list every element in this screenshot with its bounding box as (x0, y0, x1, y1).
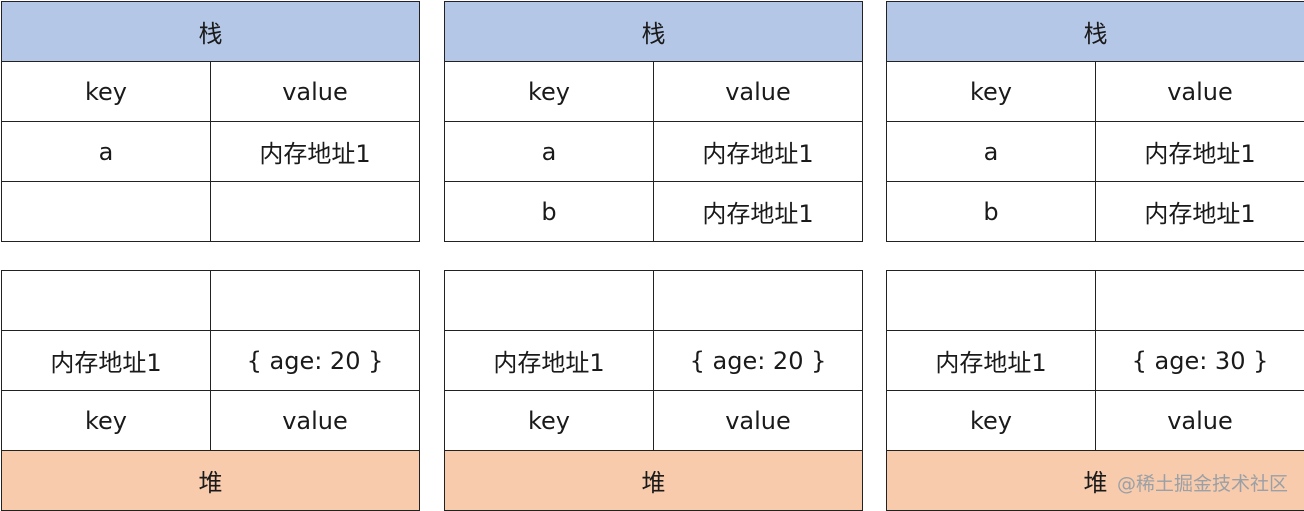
stack-row-value: 内存地址1 (654, 182, 863, 242)
stack-row-value: 内存地址1 (211, 122, 420, 182)
heap-row-key (887, 271, 1096, 331)
stack-row-key: b (887, 182, 1096, 242)
heap-table-2: 内存地址1 { age: 20 } key value 堆 (444, 270, 863, 511)
heap-table-1: 内存地址1 { age: 20 } key value 堆 (1, 270, 420, 511)
header-value: value (654, 62, 863, 122)
stack-title: 栈 (445, 2, 863, 62)
stack-title: 栈 (887, 2, 1304, 62)
heap-row-key (445, 271, 654, 331)
stack-table-1: 栈 key value a 内存地址1 (1, 1, 420, 242)
heap-row-value: { age: 20 } (211, 331, 420, 391)
stack-row-value (211, 182, 420, 242)
header-key: key (445, 62, 654, 122)
header-key: key (2, 391, 211, 451)
stack-row-key (2, 182, 211, 242)
stack-row-value: 内存地址1 (654, 122, 863, 182)
header-key: key (887, 62, 1096, 122)
heap-row-value: { age: 20 } (654, 331, 863, 391)
header-value: value (211, 62, 420, 122)
header-value: value (211, 391, 420, 451)
heap-row-key: 内存地址1 (2, 331, 211, 391)
heap-title: 堆 (445, 451, 863, 511)
stack-row-key: a (2, 122, 211, 182)
watermark: @稀土掘金技术社区 (1116, 473, 1288, 495)
heap-row-value: { age: 30 } (1096, 331, 1304, 391)
stack-row-value: 内存地址1 (1096, 182, 1304, 242)
header-key: key (2, 62, 211, 122)
heap-title: 堆 (2, 451, 420, 511)
heap-row-value (1096, 271, 1304, 331)
stack-row-key: b (445, 182, 654, 242)
heap-row-key (2, 271, 211, 331)
heap-row-key: 内存地址1 (445, 331, 654, 391)
heap-row-value (211, 271, 420, 331)
header-key: key (887, 391, 1096, 451)
header-value: value (654, 391, 863, 451)
stack-row-key: a (887, 122, 1096, 182)
header-value: value (1096, 391, 1304, 451)
stack-row-key: a (445, 122, 654, 182)
stack-table-3: 栈 key value a 内存地址1 b 内存地址1 (886, 1, 1304, 242)
header-key: key (445, 391, 654, 451)
stack-row-value: 内存地址1 (1096, 122, 1304, 182)
stack-table-2: 栈 key value a 内存地址1 b 内存地址1 (444, 1, 863, 242)
heap-row-key: 内存地址1 (887, 331, 1096, 391)
heap-row-value (654, 271, 863, 331)
header-value: value (1096, 62, 1304, 122)
stack-title: 栈 (2, 2, 420, 62)
